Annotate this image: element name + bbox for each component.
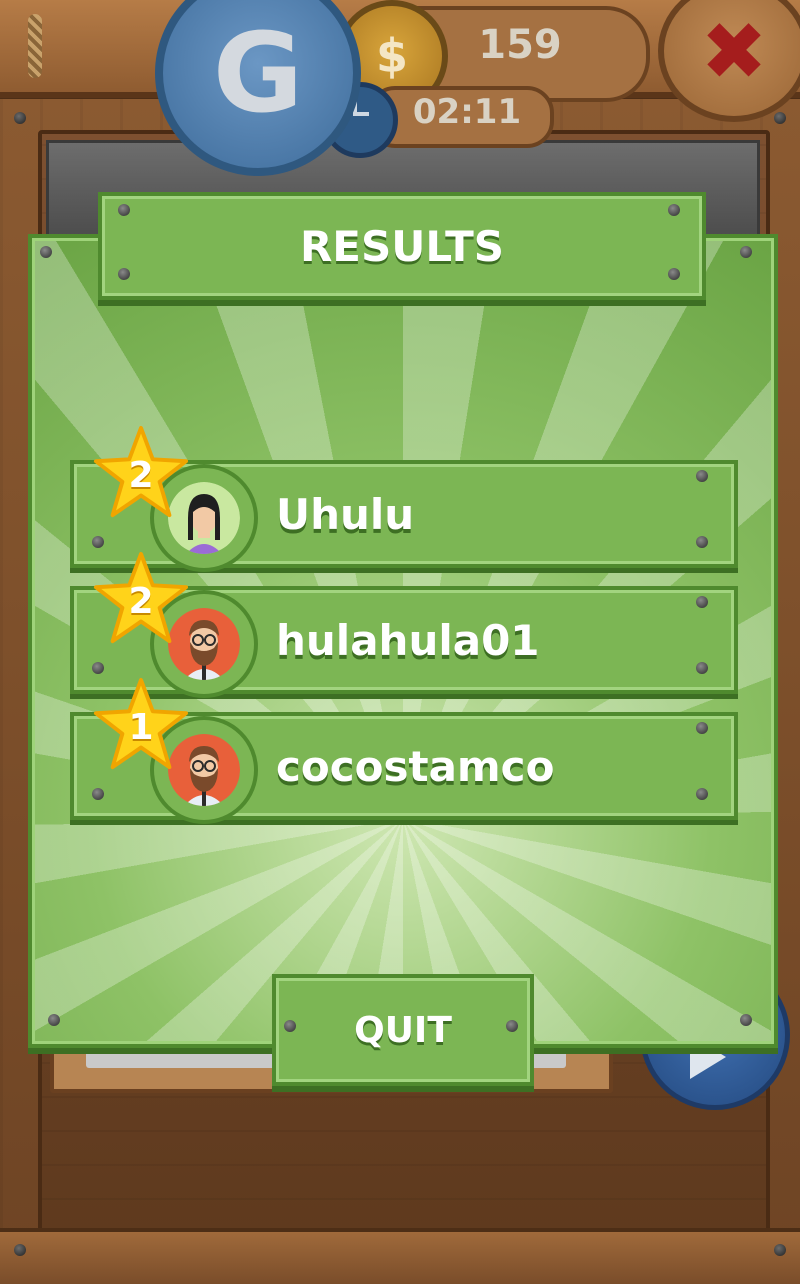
results-title: RESULTS: [299, 222, 505, 271]
screw-icon: [284, 1020, 296, 1032]
timer-value: 02:11: [412, 92, 522, 132]
screw-icon: [668, 204, 680, 216]
bolt-icon: [14, 1244, 26, 1256]
screw-icon: [40, 246, 52, 258]
player-name: hulahula01: [276, 616, 540, 665]
screw-icon: [506, 1020, 518, 1032]
screw-icon: [48, 1014, 60, 1026]
rank-number: 1: [128, 706, 154, 748]
wood-bottom-bar: [0, 1228, 800, 1284]
screw-icon: [696, 662, 708, 674]
screw-icon: [118, 204, 130, 216]
screw-icon: [696, 722, 708, 734]
rank-star: 2: [92, 424, 190, 522]
rank-star: 2: [92, 550, 190, 648]
rank-number: 2: [128, 580, 154, 622]
screw-icon: [92, 662, 104, 674]
bolt-icon: [774, 1244, 786, 1256]
screw-icon: [696, 788, 708, 800]
screw-icon: [696, 596, 708, 608]
screw-icon: [740, 246, 752, 258]
quit-button[interactable]: QUIT: [272, 974, 534, 1086]
rope-decoration: [28, 14, 42, 78]
clock-hand: [353, 112, 369, 116]
screw-icon: [92, 536, 104, 548]
rank-number: 2: [128, 454, 154, 496]
bolt-icon: [774, 112, 786, 124]
player-name: Uhulu: [276, 490, 415, 539]
rank-star: 1: [92, 676, 190, 774]
player-name: cocostamco: [276, 742, 555, 791]
screw-icon: [696, 536, 708, 548]
screw-icon: [92, 788, 104, 800]
coin-count: 159: [478, 22, 562, 68]
screw-icon: [696, 470, 708, 482]
bolt-icon: [14, 112, 26, 124]
screw-icon: [740, 1014, 752, 1026]
